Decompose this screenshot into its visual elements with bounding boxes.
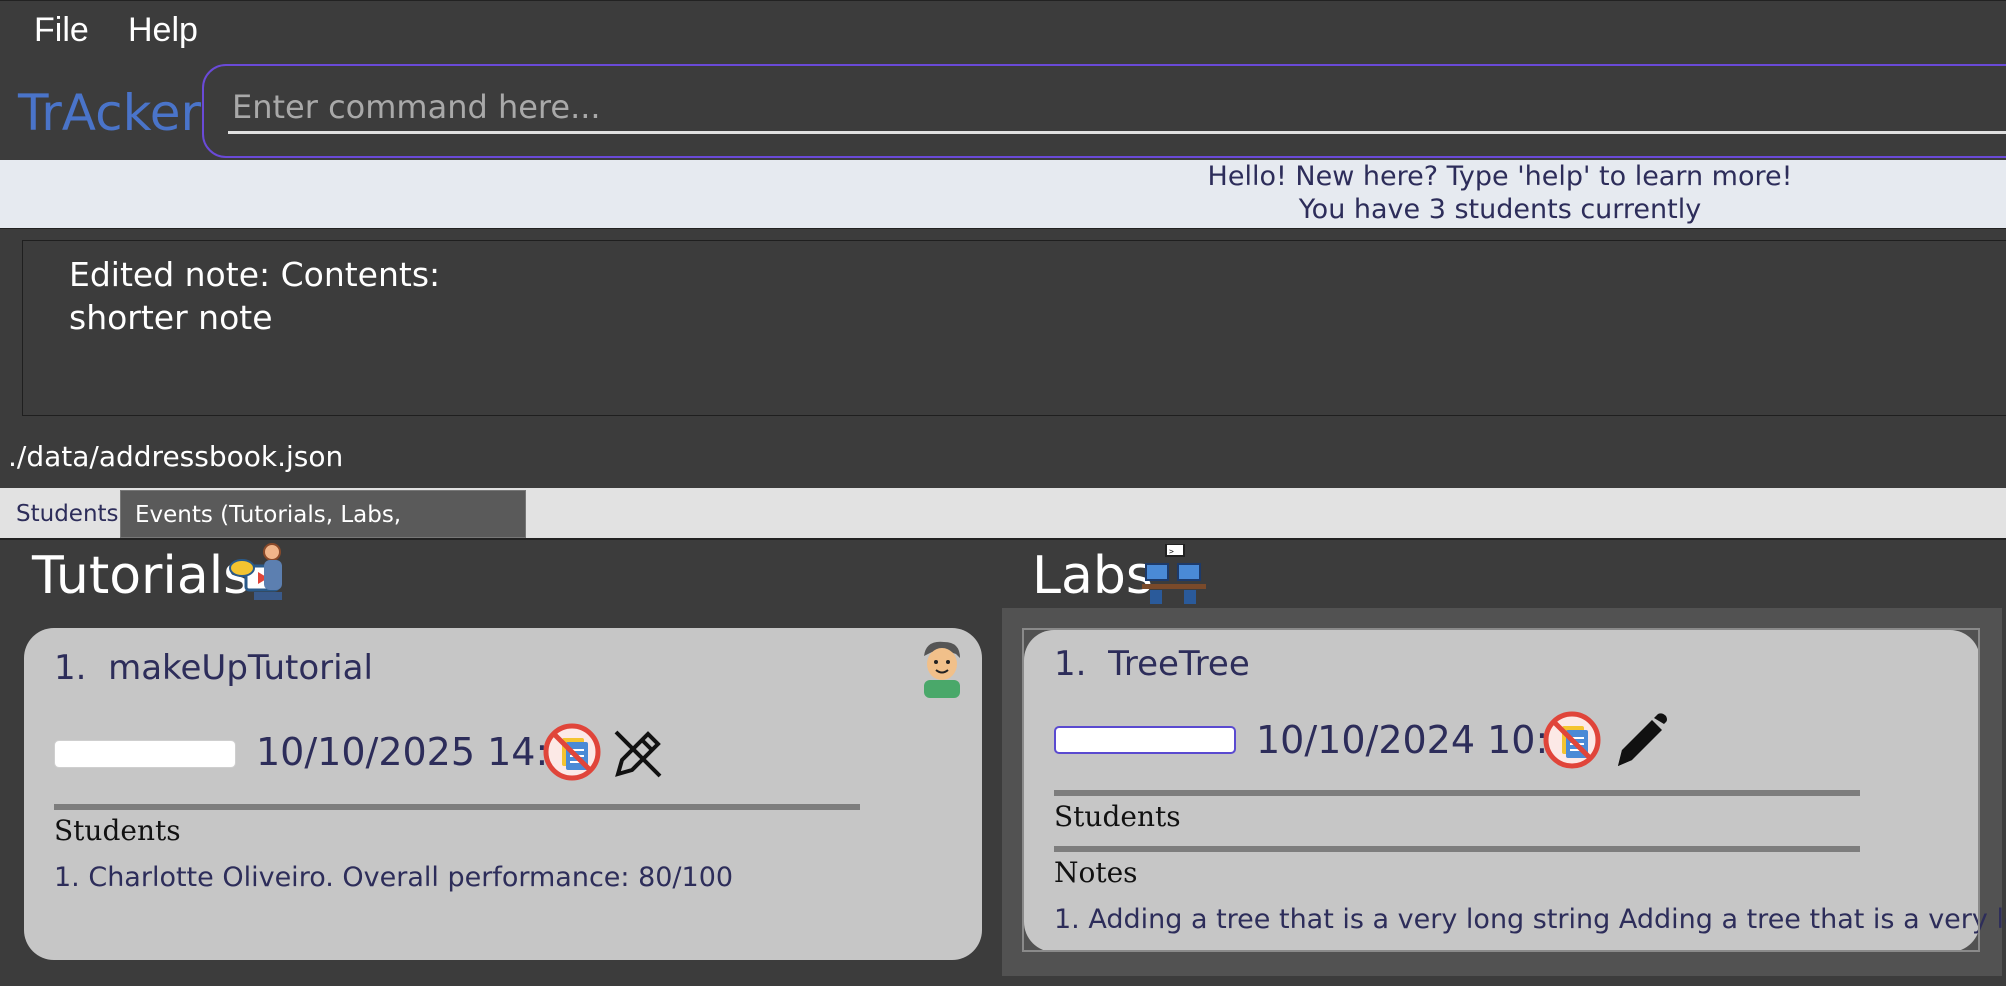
- menu-bar: File Help: [0, 0, 2006, 62]
- tutor-screen-icon: [228, 542, 290, 608]
- lab-note-entry: 1. Adding a tree that is a very long str…: [1054, 904, 2006, 935]
- greeting-line-2: You have 3 students currently: [1298, 194, 1702, 225]
- command-input[interactable]: [228, 82, 2006, 134]
- lab-progress-bar: [1054, 726, 1236, 754]
- command-box: [202, 64, 2006, 158]
- tutorial-student-entry: 1. Charlotte Oliveiro. Overall performan…: [54, 862, 734, 893]
- greeting-line-1: Hello! New here? Type 'help' to learn mo…: [1207, 161, 1793, 192]
- menu-help[interactable]: Help: [128, 11, 198, 50]
- tutorial-card[interactable]: 1. makeUpTutorial 10/10/2025 14:00 Stude…: [24, 628, 982, 960]
- svg-text:>_: >_: [1169, 547, 1179, 556]
- menu-file[interactable]: File: [34, 11, 89, 50]
- no-document-icon[interactable]: [542, 722, 602, 786]
- tutorials-heading: Tutorials: [32, 546, 251, 606]
- lab-card[interactable]: 1. TreeTree 10/10/2024 10:00 Students No…: [1024, 630, 2006, 952]
- tab-students[interactable]: Students: [2, 490, 133, 538]
- tutor-avatar-icon: [916, 638, 966, 702]
- tab-events[interactable]: Events (Tutorials, Labs, Consultations): [120, 490, 526, 576]
- divider: [1054, 846, 1860, 852]
- app-title: TrAcker: [18, 84, 202, 142]
- lab-students-heading: Students: [1054, 800, 1181, 833]
- tutorial-card-index: 1.: [54, 648, 87, 688]
- tutorial-card-name: makeUpTutorial: [108, 648, 373, 688]
- status-file-path: ./data/addressbook.json: [8, 440, 344, 473]
- result-line-1: Edited note: Contents:: [69, 255, 441, 294]
- tutorial-card-title: 1. makeUpTutorial: [54, 648, 373, 688]
- labs-heading: Labs: [1032, 546, 1153, 606]
- lab-card-index: 1.: [1054, 644, 1087, 684]
- result-display[interactable]: Edited note: Contents: shorter note: [22, 240, 2006, 416]
- divider: [1054, 790, 1860, 796]
- tutorial-students-heading: Students: [54, 814, 181, 847]
- greeting-bar: Hello! New here? Type 'help' to learn mo…: [0, 160, 2006, 228]
- lab-notes-heading: Notes: [1054, 856, 1138, 889]
- tutorial-progress-bar: [54, 740, 236, 768]
- pencil-crossed-icon[interactable]: [608, 724, 668, 788]
- no-document-icon[interactable]: [1542, 710, 1602, 774]
- pencil-icon[interactable]: [1610, 710, 1670, 776]
- lab-computers-icon: >_: [1142, 543, 1206, 608]
- lab-card-name: TreeTree: [1108, 644, 1250, 684]
- result-line-2: shorter note: [69, 298, 273, 337]
- lab-card-title: 1. TreeTree: [1054, 644, 1250, 684]
- divider: [54, 804, 860, 810]
